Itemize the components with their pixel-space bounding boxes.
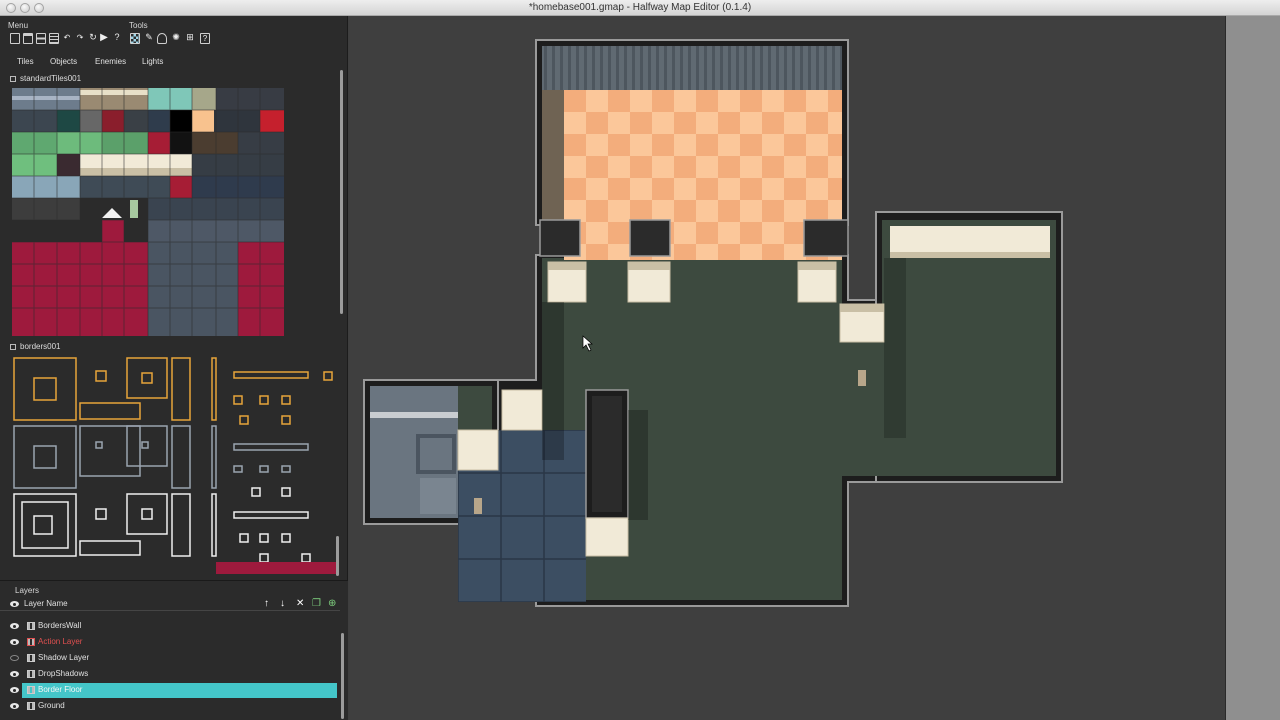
move-up-icon[interactable]: ↑ <box>264 599 269 609</box>
tileset-header-standard[interactable]: standardTiles001 <box>10 74 81 83</box>
visibility-icon[interactable] <box>10 671 19 677</box>
layer-icon <box>27 638 35 646</box>
layer-row[interactable]: Ground <box>0 699 340 714</box>
tileset-name: standardTiles001 <box>20 74 82 83</box>
tab-lights[interactable]: Lights <box>142 57 163 66</box>
layer-icon <box>27 702 35 710</box>
menu-label: Menu <box>8 21 29 30</box>
layer-name-column: Layer Name <box>24 599 68 608</box>
light-tool-icon[interactable]: ✺ <box>171 33 181 44</box>
visibility-icon[interactable] <box>10 687 19 693</box>
borders-scrollbar[interactable] <box>336 536 339 576</box>
palette-tabs: Tiles Objects Enemies Lights <box>0 55 348 69</box>
tab-enemies[interactable]: Enemies <box>95 57 126 66</box>
add-layer-icon[interactable]: ⊕ <box>328 599 336 609</box>
visibility-icon[interactable] <box>10 703 19 709</box>
visibility-icon[interactable] <box>10 623 19 629</box>
visibility-off-icon[interactable] <box>10 655 19 661</box>
map-canvas[interactable] <box>349 16 1225 720</box>
layer-row[interactable]: Shadow Layer <box>0 651 340 666</box>
duplicate-layer-icon[interactable]: ❐ <box>312 599 321 609</box>
layers-panel: Layers Layer Name ↑ ↓ ✕ ❐ ⊕ BordersWall … <box>0 580 348 720</box>
redo-icon[interactable]: ↷ <box>75 33 85 44</box>
refresh-icon[interactable]: ↻ <box>88 33 98 44</box>
layer-name: DropShadows <box>38 669 89 678</box>
collapse-icon <box>10 75 16 82</box>
tileset-header-borders[interactable]: borders001 <box>10 342 60 351</box>
play-icon[interactable]: ▶ <box>99 33 109 44</box>
visibility-icon[interactable] <box>10 639 19 645</box>
undo-icon[interactable]: ↶ <box>62 33 72 44</box>
right-sidebar <box>1225 16 1280 720</box>
tab-objects[interactable]: Objects <box>50 57 77 66</box>
tileset-scrollbar[interactable] <box>340 70 343 314</box>
tileset-name: borders001 <box>20 342 61 351</box>
layer-name: BordersWall <box>38 621 82 630</box>
tools-label: Tools <box>129 21 148 30</box>
select-tool-icon[interactable] <box>130 33 140 44</box>
layer-icon <box>27 654 35 662</box>
layer-name: Ground <box>38 701 65 710</box>
delete-layer-icon[interactable]: ✕ <box>296 599 304 609</box>
save-icon[interactable] <box>36 33 46 44</box>
camera-tool-icon[interactable]: ⊞ <box>185 33 195 44</box>
brush-tool-icon[interactable]: ✎ <box>144 33 154 44</box>
window-title: *homebase001.gmap - Halfway Map Editor (… <box>528 2 752 13</box>
info-tool-icon[interactable]: ? <box>200 33 210 44</box>
borders-tileset-palette[interactable] <box>12 356 338 578</box>
help-icon[interactable]: ? <box>112 33 122 44</box>
layer-row[interactable]: BordersWall <box>0 619 340 634</box>
layer-name: Action Layer <box>38 637 83 646</box>
layer-row[interactable]: DropShadows <box>0 667 340 682</box>
window-titlebar: *homebase001.gmap - Halfway Map Editor (… <box>0 0 1280 16</box>
new-file-icon[interactable] <box>10 33 20 44</box>
tab-tiles[interactable]: Tiles <box>17 57 34 66</box>
layer-name: Border Floor <box>38 685 83 694</box>
standard-tileset-palette[interactable] <box>12 88 284 336</box>
layer-icon <box>27 622 35 630</box>
layer-icon <box>27 686 35 694</box>
save-all-icon[interactable] <box>49 33 59 44</box>
layer-icon <box>27 670 35 678</box>
enemy-tool-icon[interactable] <box>157 33 167 44</box>
visibility-icon <box>10 601 19 607</box>
layer-row-selected[interactable]: Border Floor <box>22 683 337 698</box>
open-file-icon[interactable] <box>23 33 33 44</box>
collapse-icon <box>10 343 16 350</box>
layers-header: Layer Name ↑ ↓ ✕ ❐ ⊕ <box>0 597 340 611</box>
layers-scrollbar[interactable] <box>341 633 344 719</box>
layer-row[interactable]: Action Layer <box>0 635 340 650</box>
move-down-icon[interactable]: ↓ <box>280 599 285 609</box>
layer-name: Shadow Layer <box>38 653 90 662</box>
layers-title: Layers <box>15 586 40 595</box>
